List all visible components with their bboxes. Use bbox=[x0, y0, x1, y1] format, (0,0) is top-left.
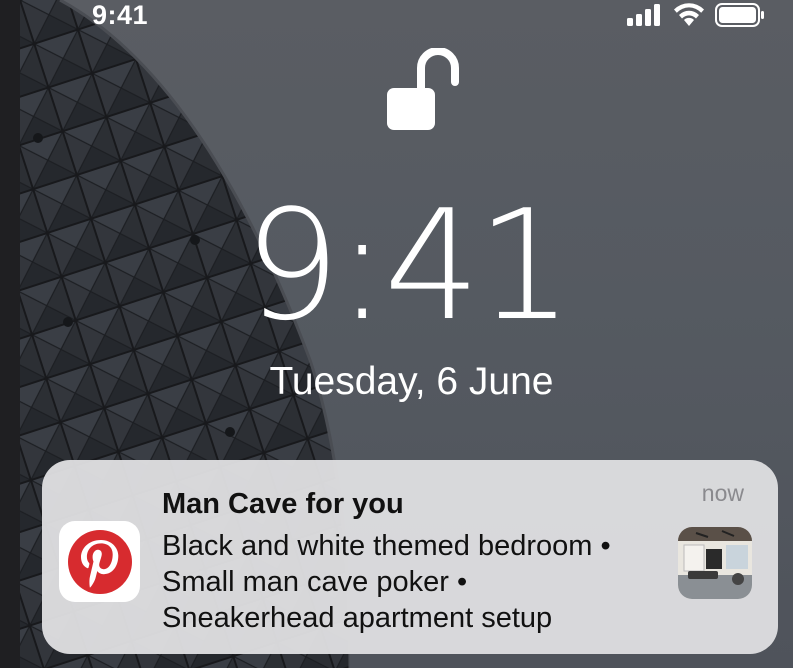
notification-body-line: Black and white themed bedroom • bbox=[162, 530, 611, 562]
status-bar: 9:41 bbox=[0, 0, 793, 40]
pinterest-notification[interactable]: Man Cave for you now Black and white the… bbox=[42, 460, 778, 654]
notification-title: Man Cave for you bbox=[162, 488, 404, 520]
status-time: 9:41 bbox=[92, 0, 149, 30]
cellular-signal-icon bbox=[627, 3, 663, 31]
battery-icon bbox=[715, 2, 765, 32]
notification-timestamp: now bbox=[701, 480, 744, 506]
room-photo-thumbnail bbox=[678, 527, 752, 599]
lock-screen-date: Tuesday, 6 June bbox=[269, 360, 554, 403]
notification-body-line: Sneakerhead apartment setup bbox=[162, 602, 553, 634]
lock-screen-time: 9:41 bbox=[243, 177, 573, 354]
notification-body: Black and white themed bedroom • Small m… bbox=[162, 528, 662, 636]
pinterest-icon bbox=[59, 521, 140, 602]
unlocked-padlock-icon bbox=[383, 47, 463, 132]
status-icons bbox=[627, 2, 765, 32]
notification-body-line: Small man cave poker • bbox=[162, 566, 468, 598]
wifi-icon bbox=[673, 2, 705, 32]
